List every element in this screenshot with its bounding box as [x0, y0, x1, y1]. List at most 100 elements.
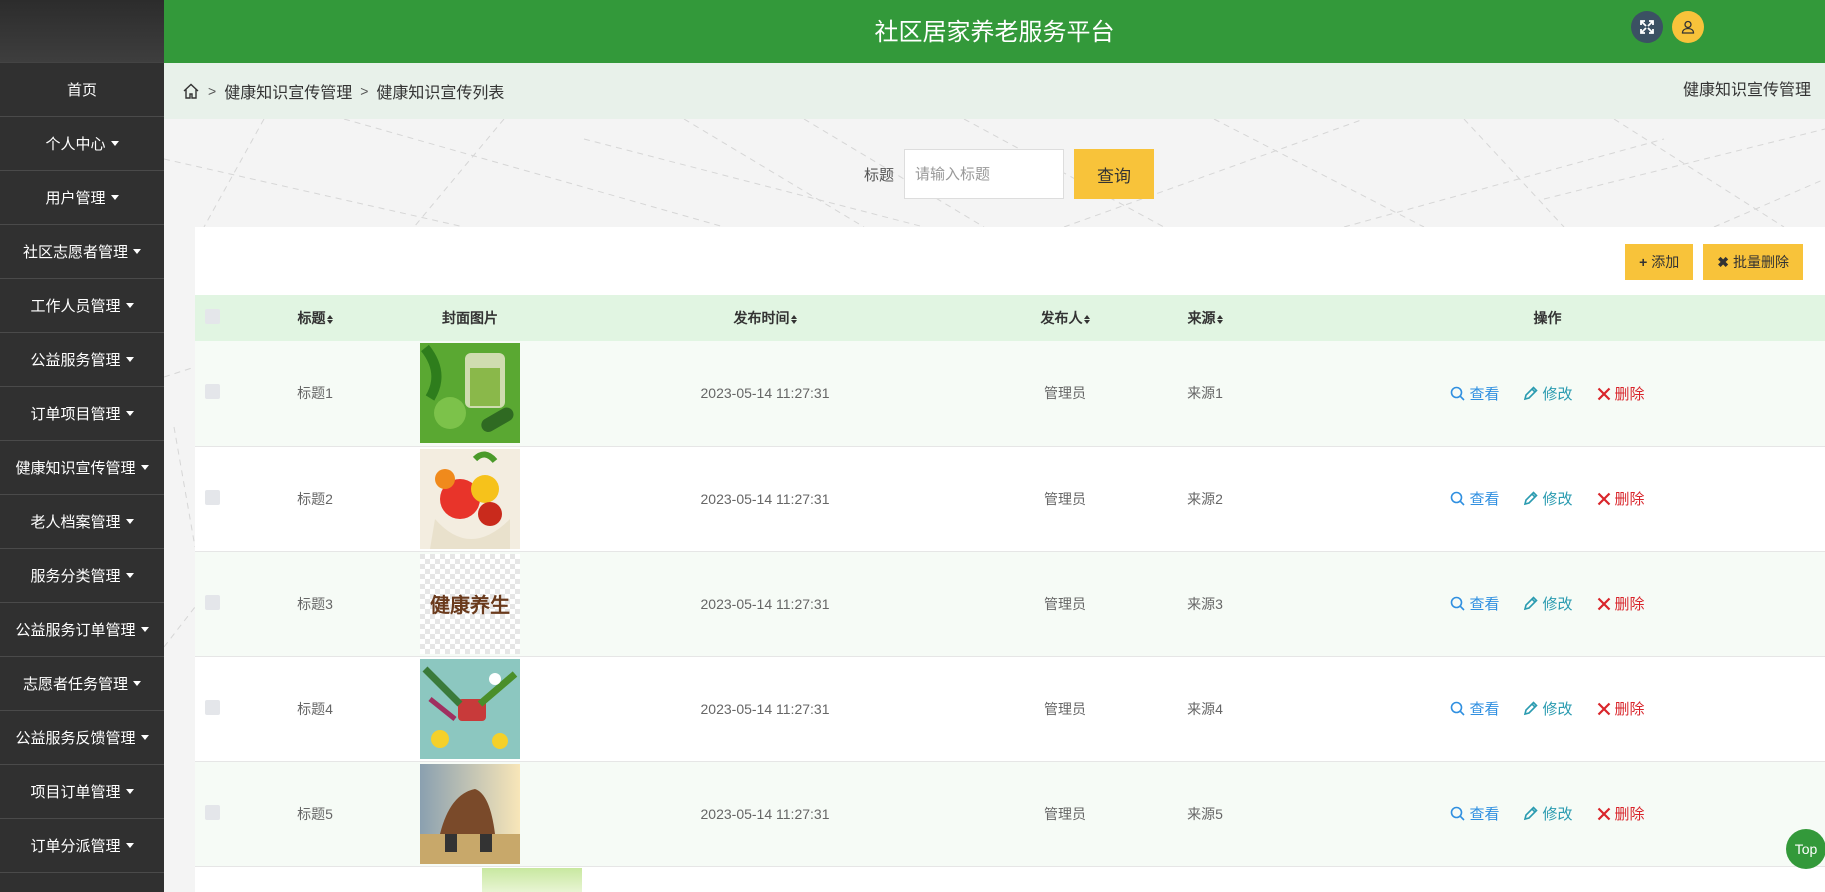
- back-to-top-button[interactable]: Top: [1786, 829, 1825, 869]
- svg-text:健康养生: 健康养生: [430, 593, 510, 617]
- close-icon: ✖: [1717, 253, 1729, 270]
- edit-button[interactable]: 修改: [1523, 383, 1573, 404]
- caret-down-icon: [140, 627, 149, 632]
- view-button[interactable]: 查看: [1450, 803, 1499, 824]
- delete-button[interactable]: 删除: [1597, 488, 1645, 509]
- column-header-title[interactable]: 标题: [230, 295, 400, 341]
- view-label: 查看: [1469, 595, 1500, 613]
- edit-button[interactable]: 修改: [1523, 593, 1573, 614]
- cover-image[interactable]: 健康养生: [420, 553, 520, 654]
- sidebar-item-label: 社区志愿者管理: [22, 244, 128, 261]
- sidebar-item[interactable]: 首页: [0, 63, 164, 117]
- close-icon: [1597, 387, 1610, 400]
- sidebar-item[interactable]: 用户管理: [0, 171, 164, 225]
- batch-delete-label: 批量删除: [1733, 254, 1789, 270]
- search-button[interactable]: 查询: [1074, 149, 1155, 199]
- sidebar: 首页 个人中心 用户管理社区志愿者管理 工作人员管理公益服务管理订单项目管理 健康知识宣…: [0, 0, 164, 892]
- caret-down-icon: [133, 681, 141, 686]
- delete-button[interactable]: 删除: [1597, 593, 1645, 614]
- cell-title: 标题1: [297, 385, 333, 402]
- edit-label: 修改: [1542, 700, 1573, 718]
- row-select-cell: [195, 446, 230, 551]
- view-button[interactable]: 查看: [1450, 593, 1499, 614]
- delete-label: 删除: [1614, 491, 1645, 509]
- caret-down-icon: [125, 303, 134, 308]
- cell-time: 2023-05-14 11:27:31: [700, 385, 830, 402]
- user-button[interactable]: [1672, 11, 1704, 43]
- delete-button[interactable]: 删除: [1597, 698, 1645, 719]
- column-header-time[interactable]: 发布时间: [540, 295, 990, 341]
- cell-source: 来源3: [1187, 595, 1223, 612]
- sidebar-item[interactable]: 社区志愿者管理: [0, 225, 164, 279]
- sidebar-menu: 首页 个人中心 用户管理社区志愿者管理 工作人员管理公益服务管理订单项目管理 健康知识宣…: [0, 63, 164, 873]
- column-header-source[interactable]: 来源: [1140, 295, 1270, 341]
- view-button[interactable]: 查看: [1450, 383, 1499, 404]
- breadcrumb-separator: >: [360, 83, 369, 99]
- sidebar-item[interactable]: 志愿者任务管理: [0, 657, 164, 711]
- breadcrumb-item-module[interactable]: 健康知识宣传管理: [224, 79, 352, 103]
- sidebar-item[interactable]: 项目订单管理: [0, 765, 164, 819]
- sidebar-item[interactable]: 公益服务管理: [0, 333, 164, 387]
- delete-label: 删除: [1614, 596, 1645, 614]
- table-actions: + 添加 ✖ 批量删除: [1625, 244, 1803, 280]
- sidebar-item[interactable]: 健康知识宣传管理: [0, 441, 164, 495]
- view-button[interactable]: 查看: [1450, 488, 1499, 509]
- background-pattern: [164, 366, 195, 648]
- sidebar-item[interactable]: 个人中心: [0, 117, 164, 171]
- edit-button[interactable]: 修改: [1523, 698, 1573, 719]
- sidebar-item[interactable]: 订单分派管理: [0, 819, 164, 873]
- sidebar-item[interactable]: 服务分类管理: [0, 549, 164, 603]
- view-button[interactable]: 查看: [1450, 698, 1499, 719]
- add-button[interactable]: + 添加: [1625, 244, 1694, 280]
- cover-image[interactable]: [420, 343, 520, 444]
- cover-image[interactable]: [420, 658, 520, 759]
- row-checkbox[interactable]: [205, 594, 220, 610]
- sidebar-item-label: 工作人员管理: [30, 298, 121, 315]
- delete-button[interactable]: 删除: [1597, 383, 1645, 404]
- home-icon[interactable]: [182, 82, 200, 100]
- cell-title: 标题4: [297, 700, 333, 717]
- table-header-row: 标题 封面图片 发布时间 发布人 来源 操作: [195, 295, 1825, 341]
- cell-source: 来源5: [1187, 805, 1223, 822]
- cell-cover: 健康养生: [400, 551, 540, 656]
- sidebar-item-label: 订单项目管理: [30, 406, 121, 423]
- row-checkbox[interactable]: [205, 699, 220, 715]
- sidebar-item-label: 志愿者任务管理: [22, 676, 128, 693]
- column-header-actions: 操作: [1533, 310, 1562, 326]
- search-icon: [1451, 491, 1466, 506]
- search-icon: [1451, 386, 1466, 401]
- caret-down-icon: [110, 195, 119, 200]
- cell-title: 标题5: [297, 805, 333, 822]
- fullscreen-button[interactable]: [1631, 11, 1663, 43]
- cover-image[interactable]: [420, 763, 520, 864]
- column-header-publisher[interactable]: 发布人: [990, 295, 1140, 341]
- caret-down-icon: [133, 249, 141, 254]
- edit-button[interactable]: 修改: [1523, 488, 1573, 509]
- row-checkbox[interactable]: [205, 384, 220, 400]
- cell-publisher: 管理员: [1044, 490, 1086, 507]
- row-checkbox[interactable]: [205, 804, 220, 820]
- close-icon: [1597, 597, 1610, 611]
- cover-image[interactable]: [420, 448, 520, 549]
- edit-icon: [1524, 596, 1539, 610]
- sidebar-item[interactable]: 工作人员管理: [0, 279, 164, 333]
- select-all-checkbox[interactable]: [205, 309, 220, 324]
- search-title-input[interactable]: [904, 149, 1065, 199]
- sidebar-item-label: 健康知识宣传管理: [15, 460, 136, 477]
- cell-source: 来源1: [1187, 385, 1223, 402]
- row-select-cell: [195, 656, 230, 761]
- cell-time: 2023-05-14 11:27:31: [700, 700, 830, 717]
- sidebar-item[interactable]: 老人档案管理: [0, 495, 164, 549]
- sidebar-item[interactable]: 公益服务反馈管理: [0, 711, 164, 765]
- edit-button[interactable]: 修改: [1523, 803, 1573, 824]
- row-checkbox[interactable]: [205, 489, 220, 505]
- caret-down-icon: [125, 789, 134, 794]
- delete-button[interactable]: 删除: [1597, 803, 1645, 824]
- sidebar-logo-area: [0, 0, 164, 63]
- sidebar-item[interactable]: 订单项目管理: [0, 387, 164, 441]
- close-icon: [1597, 492, 1610, 506]
- sort-icon: [790, 314, 797, 324]
- batch-delete-button[interactable]: ✖ 批量删除: [1703, 244, 1803, 280]
- sidebar-item[interactable]: 公益服务订单管理: [0, 603, 164, 657]
- cell-publisher: 管理员: [1044, 700, 1086, 717]
